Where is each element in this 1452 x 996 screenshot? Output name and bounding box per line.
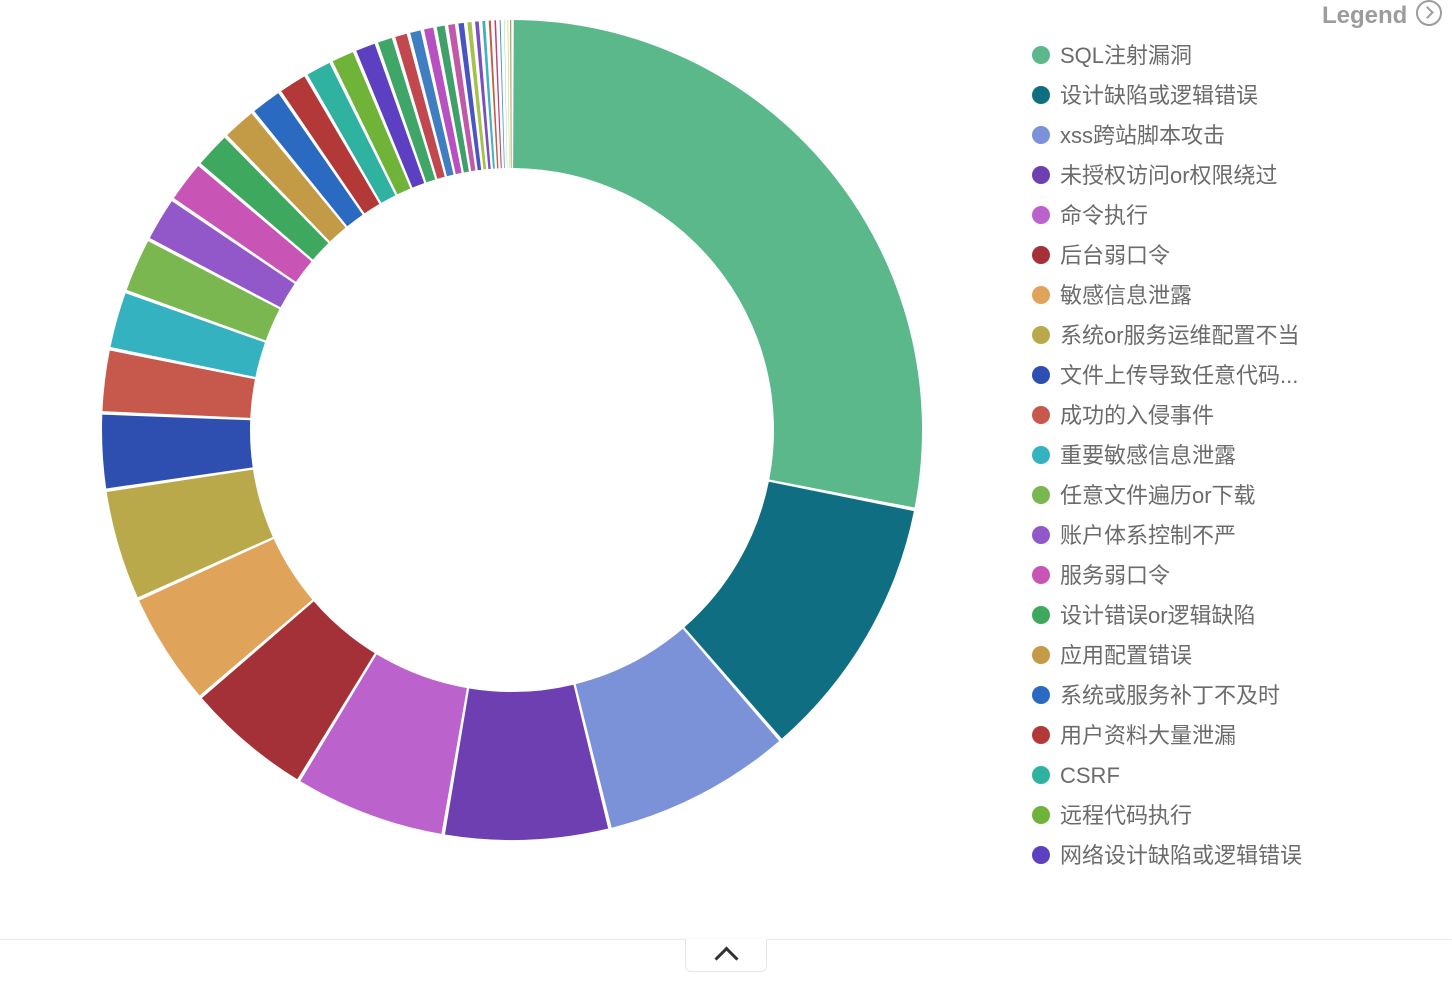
legend-item[interactable]: xss跨站脚本攻击 [1032,116,1450,156]
legend-swatch [1032,766,1050,784]
legend-label: 系统or服务运维配置不当 [1060,323,1300,348]
legend-item[interactable]: 成功的入侵事件 [1032,396,1450,436]
legend-item[interactable]: 网络设计缺陷或逻辑错误 [1032,836,1450,876]
chevron-up-icon [714,946,738,970]
legend-swatch [1032,166,1050,184]
legend-item[interactable]: 后台弱口令 [1032,236,1450,276]
legend-label: 用户资料大量泄漏 [1060,723,1236,748]
legend-swatch [1032,606,1050,624]
legend-swatch [1032,366,1050,384]
donut-chart-container [0,0,1030,860]
legend-swatch [1032,686,1050,704]
legend-item[interactable]: 系统or服务运维配置不当 [1032,316,1450,356]
footer-bar [0,939,1452,996]
legend-list: SQL注射漏洞设计缺陷或逻辑错误 xss跨站脚本攻击未授权访问or权限绕过命令执行… [1030,34,1450,876]
legend-swatch [1032,406,1050,424]
legend-swatch [1032,86,1050,104]
legend-swatch [1032,326,1050,344]
legend-swatch [1032,726,1050,744]
donut-slice[interactable] [489,21,499,169]
legend-label: 服务弱口令 [1060,563,1170,588]
legend-item[interactable]: 任意文件遍历or下载 [1032,476,1450,516]
legend-label: 成功的入侵事件 [1060,403,1214,428]
legend-label: SQL注射漏洞 [1060,43,1192,68]
legend-swatch [1032,446,1050,464]
legend-label: 系统或服务补丁不及时 [1060,683,1280,708]
legend-item[interactable]: 文件上传导致任意代码... [1032,356,1450,396]
legend-swatch [1032,286,1050,304]
legend-swatch [1032,646,1050,664]
legend-label: 后台弱口令 [1060,243,1170,268]
legend-item[interactable]: 远程代码执行 [1032,796,1450,836]
legend-label: 命令执行 [1060,203,1148,228]
legend-item[interactable]: 应用配置错误 [1032,636,1450,676]
legend-item[interactable]: 重要敏感信息泄露 [1032,436,1450,476]
legend-label: 设计缺陷或逻辑错误 [1060,83,1258,108]
legend-label: 远程代码执行 [1060,803,1192,828]
expand-up-button[interactable] [685,939,767,972]
legend-item[interactable]: 系统或服务补丁不及时 [1032,676,1450,716]
legend-swatch [1032,46,1050,64]
legend-swatch [1032,126,1050,144]
legend-item[interactable]: 未授权访问or权限绕过 [1032,156,1450,196]
legend-label: 未授权访问or权限绕过 [1060,163,1278,188]
legend-label: 任意文件遍历or下载 [1060,483,1256,508]
legend-swatch [1032,846,1050,864]
legend-item[interactable]: 账户体系控制不严 [1032,516,1450,556]
legend-label: 重要敏感信息泄露 [1060,443,1236,468]
legend-panel: Legend SQL注射漏洞设计缺陷或逻辑错误 xss跨站脚本攻击未授权访问or权… [1030,0,1450,880]
legend-item[interactable]: SQL注射漏洞 [1032,36,1450,76]
legend-label: CSRF [1060,763,1120,788]
legend-item[interactable]: 设计错误or逻辑缺陷 [1032,596,1450,636]
legend-title-text: Legend [1322,2,1407,29]
legend-label: xss跨站脚本攻击 [1060,123,1225,148]
legend-label: 应用配置错误 [1060,643,1192,668]
legend-swatch [1032,806,1050,824]
legend-label: 敏感信息泄露 [1060,283,1192,308]
legend-swatch [1032,206,1050,224]
legend-item[interactable]: 命令执行 [1032,196,1450,236]
legend-swatch [1032,246,1050,264]
legend-label: 文件上传导致任意代码... [1060,363,1298,388]
legend-item[interactable]: CSRF [1032,756,1450,796]
donut-slice[interactable] [508,20,510,168]
legend-swatch [1032,526,1050,544]
donut-slice[interactable] [504,20,507,168]
legend-swatch [1032,486,1050,504]
legend-label: 账户体系控制不严 [1060,523,1236,548]
donut-slice[interactable] [513,20,922,508]
legend-swatch [1032,566,1050,584]
legend-item[interactable]: 服务弱口令 [1032,556,1450,596]
donut-chart[interactable] [0,0,1030,860]
legend-toggle[interactable]: Legend [1030,0,1450,34]
donut-slice[interactable] [510,20,511,168]
legend-item[interactable]: 用户资料大量泄漏 [1032,716,1450,756]
legend-item[interactable]: 设计缺陷或逻辑错误 [1032,76,1450,116]
chevron-right-icon [1416,0,1442,26]
legend-item[interactable]: 敏感信息泄露 [1032,276,1450,316]
legend-label: 网络设计缺陷或逻辑错误 [1060,843,1302,868]
legend-label: 设计错误or逻辑缺陷 [1060,603,1256,628]
